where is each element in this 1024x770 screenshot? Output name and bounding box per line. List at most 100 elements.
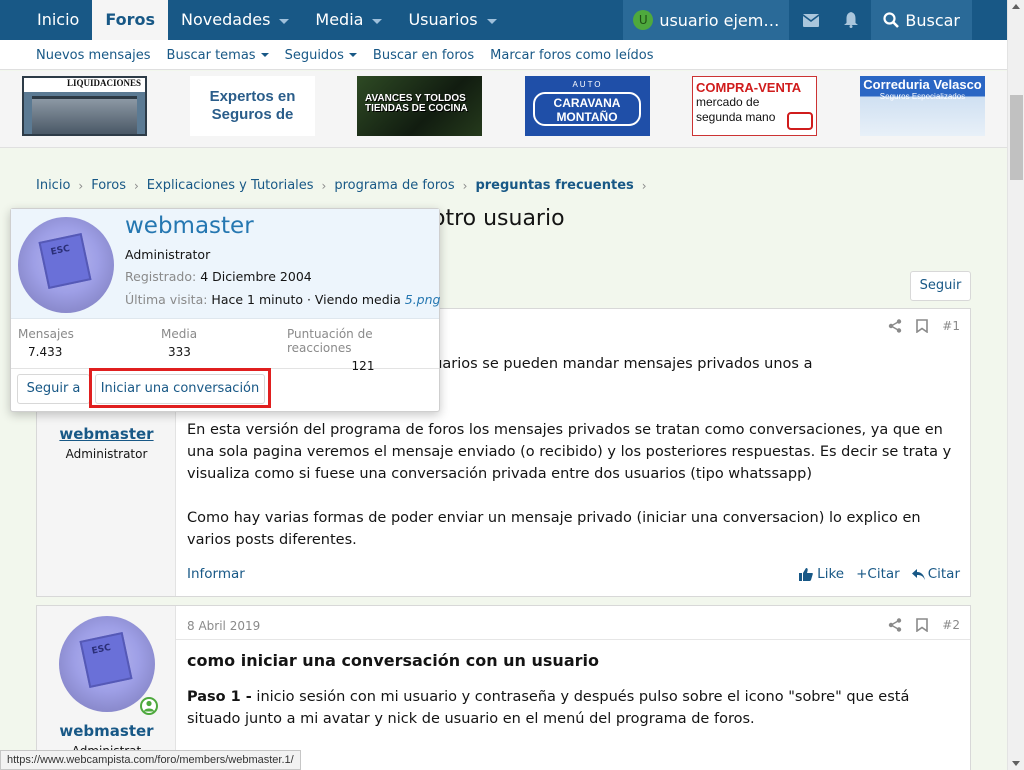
scrollbar-thumb[interactable] <box>1010 95 1023 180</box>
bell-icon[interactable] <box>831 0 871 40</box>
vertical-scrollbar[interactable] <box>1007 0 1024 770</box>
banner-compra-venta[interactable]: COMPRA-VENTA mercado de segunda mano <box>692 76 817 136</box>
banner-avances-toldos[interactable]: AVANCES Y TOLDOS TIENDAS DE COCINA <box>357 76 482 136</box>
chevron-down-icon[interactable] <box>260 53 269 57</box>
tab-novedades[interactable]: Novedades <box>168 0 302 40</box>
stat-label: Puntuación de reacciones <box>287 327 373 355</box>
subnav-marcar-leidos[interactable]: Marcar foros como leídos <box>490 48 653 63</box>
post-usertitle: Administrator <box>65 447 148 461</box>
chevron-down-icon[interactable] <box>279 18 290 24</box>
thumbs-up-icon <box>799 567 814 581</box>
follow-thread-button[interactable]: Seguir <box>910 271 971 301</box>
subnav-seguidos[interactable]: Seguidos <box>285 48 357 63</box>
member-last-seen: Última visita: Hace 1 minuto · Viendo me… <box>125 292 440 307</box>
avatar[interactable]: ESC <box>59 616 155 712</box>
step-text: inicio sesión con mi usuario y contraseñ… <box>187 689 910 727</box>
breadcrumb-item[interactable]: preguntas frecuentes <box>475 178 633 193</box>
stat-reacciones: Puntuación de reacciones 121 <box>287 327 439 373</box>
member-tooltip-header: ESC webmaster Administrator Registrado: … <box>11 209 440 319</box>
bookmark-icon[interactable] <box>916 618 929 632</box>
post-number[interactable]: #2 <box>942 618 960 632</box>
last-seen-label: Última visita: <box>125 292 208 307</box>
tab-label: Inicio <box>37 10 80 29</box>
member-name[interactable]: webmaster <box>125 213 254 239</box>
like-label: Like <box>817 566 845 582</box>
search-button[interactable]: Buscar <box>871 0 972 40</box>
banner-correduria-velasco[interactable]: Correduria Velasco Seguros Especializado… <box>860 76 985 136</box>
account-menu[interactable]: U usuario ejem… <box>623 0 790 40</box>
banner-text: Seguros de <box>211 106 294 123</box>
registered-value: 4 Diciembre 2004 <box>200 269 312 284</box>
status-bar-url: https://www.webcampista.com/foro/members… <box>0 750 301 770</box>
banner-text: Expertos en <box>209 88 296 105</box>
banner-text: Correduria Velasco <box>863 77 982 92</box>
subnav-nuevos-mensajes[interactable]: Nuevos mensajes <box>36 48 151 63</box>
bookmark-icon[interactable] <box>916 319 929 333</box>
tab-foros[interactable]: Foros <box>92 0 169 40</box>
multiquote-button[interactable]: +Citar <box>856 566 900 582</box>
scroll-up-icon[interactable] <box>1012 4 1020 9</box>
banner-caravana-montano[interactable]: AUTO CARAVANA MONTAÑO <box>525 76 650 136</box>
tab-inicio[interactable]: Inicio <box>24 0 92 40</box>
avatar: U <box>633 10 654 30</box>
post-username[interactable]: webmaster <box>37 722 176 740</box>
search-icon <box>883 12 900 28</box>
stat-label: Media <box>161 327 198 341</box>
banner-text: mercado de <box>696 95 760 109</box>
tab-media[interactable]: Media <box>302 0 395 40</box>
avatar-key-text: ESC <box>49 243 71 258</box>
top-navigation: Inicio Foros Novedades Media Usuarios U … <box>0 0 1007 40</box>
avatar-key-text: ESC <box>90 642 112 657</box>
banner-text: COMPRA-VENTA <box>696 80 802 95</box>
tab-label: Usuarios <box>408 10 478 29</box>
breadcrumb-item[interactable]: Foros <box>91 178 126 193</box>
last-seen-value: Hace 1 minuto · Viendo media <box>211 292 401 307</box>
stat-value: 333 <box>168 345 191 359</box>
banner-text: AVANCES Y TOLDOS TIENDAS DE COCINA <box>365 93 468 114</box>
last-seen-link[interactable]: 5.png <box>405 292 441 307</box>
banner-strip: LIQUIDACIONES Expertos en Seguros de AVA… <box>0 71 1007 148</box>
like-button[interactable]: Like <box>799 566 844 582</box>
post-actions-top: #1 <box>888 319 960 333</box>
post-number[interactable]: #1 <box>942 319 960 333</box>
avatar[interactable]: ESC <box>18 217 114 313</box>
banner-liquidaciones[interactable]: LIQUIDACIONES <box>22 76 147 136</box>
subnav-label: Marcar foros como leídos <box>490 47 654 63</box>
page-title: otro usuario <box>432 206 565 231</box>
tab-label: Foros <box>105 10 156 29</box>
breadcrumb-item[interactable]: programa de foros <box>334 178 454 193</box>
post-heading: como iniciar una conversación con un usu… <box>187 651 599 670</box>
member-role: Administrator <box>125 247 211 262</box>
post-2: ESC webmaster Administrat 8 Abril 2019 #… <box>36 605 971 770</box>
caravan-icon <box>787 112 813 130</box>
registered-label: Registrado: <box>125 269 197 284</box>
breadcrumb-item[interactable]: Inicio <box>36 178 70 193</box>
banner-seguros[interactable]: Expertos en Seguros de <box>190 76 315 136</box>
tab-usuarios[interactable]: Usuarios <box>395 0 509 40</box>
scroll-down-icon[interactable] <box>1012 761 1020 766</box>
post-text: Como hay varias formas de poder enviar u… <box>187 510 921 548</box>
subnav-buscar-en-foros[interactable]: Buscar en foros <box>373 48 474 63</box>
step-label: Paso 1 - <box>187 689 252 705</box>
envelope-icon[interactable] <box>791 0 831 40</box>
stat-label: Mensajes <box>18 327 74 341</box>
share-icon[interactable] <box>888 618 902 632</box>
stat-value: 121 <box>351 359 375 373</box>
post-date[interactable]: 8 Abril 2019 <box>187 619 260 633</box>
follow-member-button[interactable]: Seguir a <box>17 374 90 404</box>
reply-button[interactable]: Citar <box>911 566 960 582</box>
tab-label: Novedades <box>181 10 271 29</box>
chevron-down-icon[interactable] <box>348 53 357 57</box>
chevron-down-icon[interactable] <box>486 18 497 24</box>
chevron-right-icon: › <box>321 178 327 193</box>
post-username[interactable]: webmaster <box>37 425 176 443</box>
subnav-buscar-temas[interactable]: Buscar temas <box>167 48 269 63</box>
sub-navigation: Nuevos mensajes Buscar temas Seguidos Bu… <box>0 40 1007 70</box>
report-link[interactable]: Informar <box>187 566 245 582</box>
chevron-right-icon: › <box>78 178 84 193</box>
post-actions-bottom: Like +Citar Citar <box>799 566 960 582</box>
breadcrumb-item[interactable]: Explicaciones y Tutoriales <box>147 178 314 193</box>
tab-label: Media <box>315 10 364 29</box>
share-icon[interactable] <box>888 319 902 333</box>
chevron-down-icon[interactable] <box>372 18 383 24</box>
